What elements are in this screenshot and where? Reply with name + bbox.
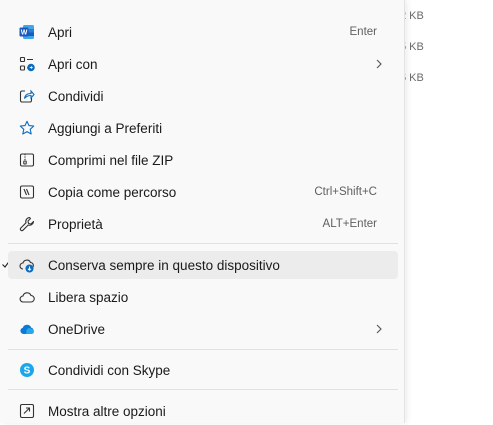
cloud-download-icon [19, 257, 35, 273]
menu-item-share[interactable]: Condividi [8, 82, 398, 110]
share-icon [19, 88, 35, 104]
shortcut-text: ALT+Enter [322, 218, 377, 230]
menu-item-label: Proprietà [48, 216, 103, 232]
menu-item-show-more-options[interactable]: Mostra altre opzioni [8, 397, 398, 425]
menu-separator [8, 243, 398, 244]
menu-item-label: Conserva sempre in questo dispositivo [48, 257, 280, 273]
wrench-icon [19, 216, 35, 232]
menu-item-label: Condividi [48, 88, 104, 104]
menu-item-label: Aggiungi a Preferiti [48, 120, 163, 136]
menu-item-free-up-space[interactable]: Libera spazio [8, 283, 398, 311]
svg-text:S: S [24, 366, 31, 377]
menu-item-onedrive[interactable]: OneDrive [8, 315, 398, 343]
copy-path-icon [19, 184, 35, 200]
svg-text:W: W [21, 30, 28, 37]
menu-item-label: Apri [48, 24, 73, 40]
onedrive-icon [19, 321, 35, 337]
open-with-icon [19, 56, 35, 72]
more-options-icon [19, 403, 35, 419]
menu-separator [8, 349, 398, 350]
menu-item-compress-zip[interactable]: Comprimi nel file ZIP [8, 146, 398, 174]
chevron-right-icon [376, 59, 382, 69]
shortcut-text: Enter [349, 26, 378, 38]
menu-item-always-keep-on-device[interactable]: Conserva sempre in questo dispositivo [8, 251, 398, 279]
menu-item-copy-as-path[interactable]: Copia come percorso Ctrl+Shift+C [8, 178, 398, 206]
menu-item-properties[interactable]: Proprietà ALT+Enter [8, 210, 398, 238]
cloud-icon [19, 289, 35, 305]
menu-item-add-favorites[interactable]: Aggiungi a Preferiti [8, 114, 398, 142]
menu-item-label: Libera spazio [48, 289, 129, 305]
zip-icon [19, 152, 35, 168]
menu-item-label: Copia come percorso [48, 184, 177, 200]
menu-item-share-skype[interactable]: S Condividi con Skype [8, 356, 398, 384]
menu-item-open-with[interactable]: Apri con [8, 50, 398, 78]
menu-item-open[interactable]: W Apri Enter [8, 18, 398, 46]
chevron-right-icon [376, 324, 382, 334]
shortcut-text: Ctrl+Shift+C [314, 186, 377, 198]
menu-item-label: OneDrive [48, 321, 106, 337]
menu-item-label: Mostra altre opzioni [48, 403, 166, 419]
word-icon: W [19, 24, 35, 40]
skype-icon: S [19, 362, 35, 378]
star-icon [19, 120, 35, 136]
context-menu: W Apri Enter Apri con Condividi Aggiungi… [0, 0, 405, 423]
menu-item-label: Comprimi nel file ZIP [48, 152, 174, 168]
menu-item-label: Condividi con Skype [48, 362, 171, 378]
menu-item-label: Apri con [48, 56, 98, 72]
menu-separator [8, 389, 398, 390]
